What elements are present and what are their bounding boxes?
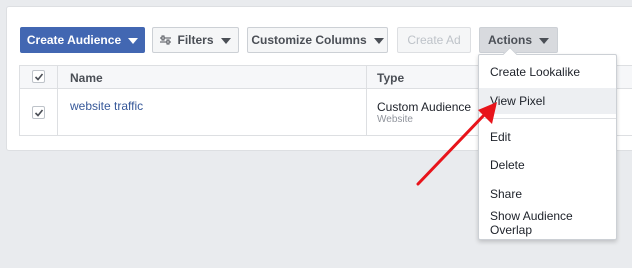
chevron-down-icon — [128, 38, 139, 44]
customize-columns-label: Customize Columns — [251, 33, 367, 47]
checkmark-icon — [34, 109, 44, 117]
menu-item-view-pixel[interactable]: View Pixel — [479, 88, 616, 114]
chevron-down-icon — [220, 38, 231, 44]
column-header-type[interactable]: Type — [377, 71, 404, 85]
actions-button[interactable]: Actions — [479, 27, 558, 53]
menu-item-delete[interactable]: Delete — [479, 152, 616, 178]
actions-label: Actions — [487, 33, 532, 47]
filter-sliders-icon — [160, 35, 172, 45]
column-divider — [366, 66, 367, 135]
create-ad-label: Create Ad — [407, 33, 461, 47]
menu-item-create-lookalike[interactable]: Create Lookalike — [479, 59, 616, 85]
audience-name-link[interactable]: website traffic — [70, 99, 143, 113]
checkmark-icon — [34, 73, 44, 81]
create-audience-label: Create Audience — [26, 33, 122, 47]
filters-button[interactable]: Filters — [152, 27, 239, 53]
audience-type: Custom Audience — [377, 100, 472, 114]
row-checkbox[interactable] — [32, 106, 45, 119]
customize-columns-button[interactable]: Customize Columns — [247, 27, 388, 53]
chevron-down-icon — [539, 38, 549, 44]
actions-dropdown-menu: Create Lookalike View Pixel Edit Delete … — [478, 46, 617, 240]
audience-type-source: Website — [377, 114, 413, 125]
create-audience-button[interactable]: Create Audience — [20, 27, 145, 53]
column-divider — [57, 66, 58, 135]
filters-label: Filters — [177, 33, 214, 47]
menu-item-edit[interactable]: Edit — [479, 124, 616, 150]
menu-item-show-audience-overlap[interactable]: Show Audience Overlap — [479, 209, 616, 237]
chevron-down-icon — [373, 38, 384, 44]
create-ad-button[interactable]: Create Ad — [397, 27, 471, 53]
column-header-name[interactable]: Name — [70, 71, 103, 85]
menu-item-share[interactable]: Share — [479, 181, 616, 207]
select-all-checkbox[interactable] — [32, 70, 45, 83]
menu-divider — [479, 118, 616, 119]
